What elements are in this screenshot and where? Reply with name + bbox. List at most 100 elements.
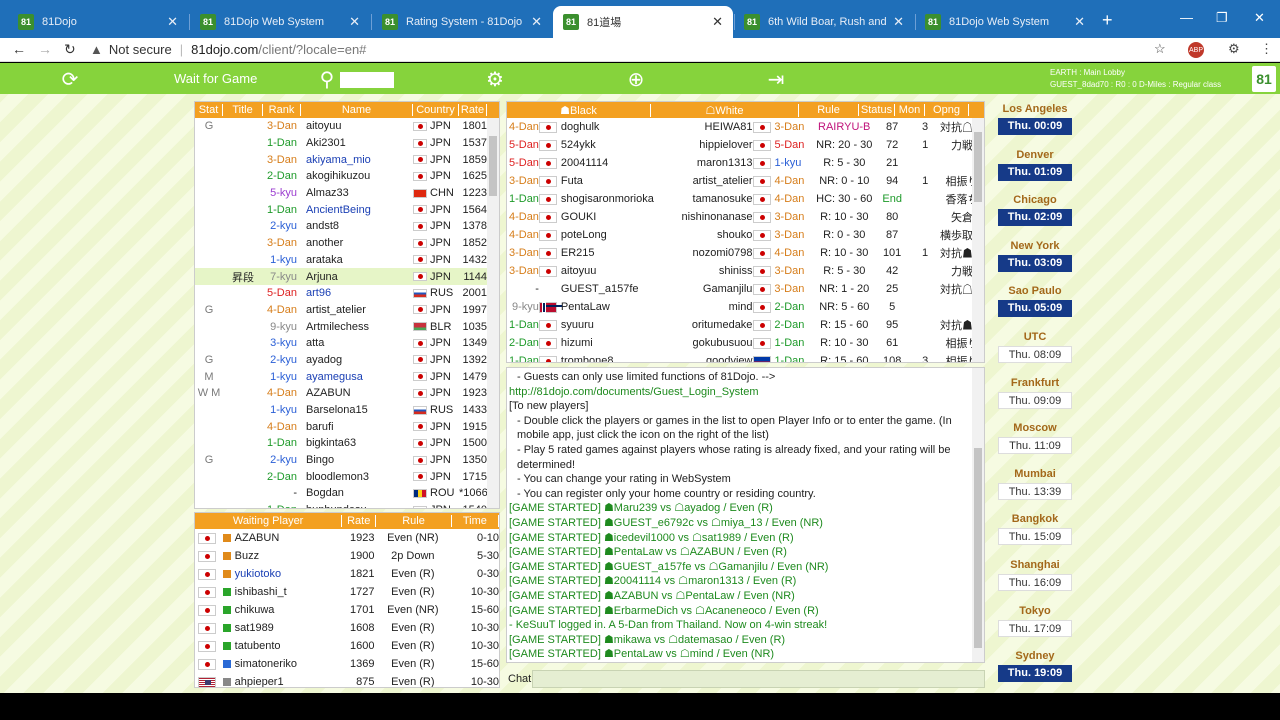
browser-tab[interactable]: 81 81Dojo Web System ✕ xyxy=(915,6,1095,38)
back-icon[interactable]: ← xyxy=(12,41,26,57)
game-col-header[interactable]: ☗Black xyxy=(507,103,651,117)
waiting-col-header[interactable]: Rate xyxy=(342,515,377,527)
gear-icon[interactable]: ⚙ xyxy=(483,67,507,91)
player-row[interactable]: 3-kyu atta JPN 1349 xyxy=(195,335,499,352)
search-icon[interactable]: ⚲ xyxy=(315,67,339,91)
game-row[interactable]: 9-kyu PentaLaw mind 2-Dan NR: 5 - 60 5 xyxy=(507,298,984,316)
player-scroll-thumb[interactable] xyxy=(489,136,497,196)
extensions-icon[interactable]: ⚙ xyxy=(1228,41,1240,57)
forward-icon[interactable]: → xyxy=(38,41,52,57)
player-row[interactable]: 2-Dan bloodlemon3 JPN 1715 xyxy=(195,468,499,485)
url-field[interactable]: ▲ Not secure | 81dojo.com /client/?local… xyxy=(90,39,1130,60)
col-header-name[interactable]: Name xyxy=(301,104,413,116)
waiting-row[interactable]: Buzz 1900 2p Down 5-30 xyxy=(195,547,499,565)
player-row[interactable]: 1-Dan Aki2301 JPN 1537 xyxy=(195,135,499,152)
col-header-rate[interactable]: Rate xyxy=(459,104,487,116)
waiting-col-header[interactable]: Time xyxy=(452,515,499,527)
minimize-button[interactable]: — xyxy=(1180,10,1193,25)
player-row[interactable]: 5-kyu Almaz33 CHN 1223 xyxy=(195,185,499,202)
game-row[interactable]: 3-Dan Futa artist_atelier 4-Dan NR: 0 - 10 94… xyxy=(507,172,984,190)
waiting-row[interactable]: ahpieper1 875 Even (R) 10-30 xyxy=(195,673,499,687)
game-scroll-thumb[interactable] xyxy=(974,132,982,202)
player-row[interactable]: M 1-kyu ayamegusa JPN 1479 xyxy=(195,368,499,385)
player-row[interactable]: 5-Dan art96 RUS 2001 xyxy=(195,285,499,302)
game-row[interactable]: 4-Dan poteLong shouko 3-Dan R: 0 - 30 87 横歩取り xyxy=(507,226,984,244)
exit-icon[interactable]: ⇥ xyxy=(764,67,788,91)
bookmark-star-icon[interactable]: ☆ xyxy=(1154,41,1166,57)
player-row[interactable]: 2-kyu andst8 JPN 1378 xyxy=(195,218,499,235)
col-header-rank[interactable]: Rank xyxy=(263,104,301,116)
player-row[interactable]: G 4-Dan artist_atelier JPN 1997 xyxy=(195,302,499,319)
close-tab-icon[interactable]: ✕ xyxy=(893,14,904,30)
player-row[interactable]: 9-kyu Artmilechess BLR 1035 xyxy=(195,318,499,335)
chat-input[interactable] xyxy=(532,670,985,688)
globe-icon[interactable]: ⊕ xyxy=(624,67,648,91)
menu-icon[interactable]: ⋮ xyxy=(1260,41,1273,57)
game-col-header[interactable]: Status xyxy=(859,104,895,116)
browser-tab[interactable]: 81 6th Wild Boar, Rush and go s ✕ xyxy=(734,6,914,38)
player-row[interactable]: W M 4-Dan AZABUN JPN 1923 xyxy=(195,385,499,402)
new-tab-button[interactable]: + xyxy=(1102,10,1113,31)
player-row[interactable]: 昇段 7-kyu Arjuna JPN 1144 xyxy=(195,268,499,285)
wait-for-game-button[interactable]: Wait for Game xyxy=(174,71,257,86)
close-tab-icon[interactable]: ✕ xyxy=(1074,14,1085,30)
search-input[interactable] xyxy=(340,72,394,88)
game-row[interactable]: 4-Dan doghulk HEIWA81 3-Dan RAIRYU-B 87 3 対抗☖四 xyxy=(507,118,984,136)
game-row[interactable]: 2-Dan hizumi gokubusuou 1-Dan R: 10 - 30 61 相振… xyxy=(507,334,984,352)
game-scrollbar[interactable] xyxy=(972,118,984,362)
game-col-header[interactable]: Mon xyxy=(895,104,925,116)
reload-icon[interactable]: ↻ xyxy=(64,41,76,58)
game-col-header[interactable]: Rule xyxy=(799,104,859,116)
col-header-country[interactable]: Country xyxy=(413,104,459,116)
waiting-row[interactable]: AZABUN 1923 Even (NR) 0-10 xyxy=(195,529,499,547)
game-row[interactable]: 1-Dan trombone8 goodview 1-Dan R: 15 - 60 108… xyxy=(507,352,984,362)
player-row[interactable]: 1-kyu Barselona15 RUS 1433 xyxy=(195,402,499,419)
waiting-row[interactable]: yukiotoko 1821 Even (R) 0-30 xyxy=(195,565,499,583)
player-row[interactable]: 1-Dan AncientBeing JPN 1564 xyxy=(195,201,499,218)
player-row[interactable]: 1-Dan bigkinta63 JPN 1500 xyxy=(195,435,499,452)
player-row[interactable]: 1-Danbunbundesu JPN 1540 xyxy=(195,502,499,508)
maximize-button[interactable]: ❐ xyxy=(1216,10,1228,26)
adblock-icon[interactable]: ABP xyxy=(1188,42,1204,58)
waiting-row[interactable]: ishibashi_t 1727 Even (R) 10-30 xyxy=(195,583,499,601)
player-row[interactable]: 2-Dan akogihikuzou JPN 1625 xyxy=(195,168,499,185)
waiting-row[interactable]: simatoneriko 1369 Even (R) 15-60 xyxy=(195,655,499,673)
player-row[interactable]: 3-Dan akiyama_mio JPN 1859 xyxy=(195,151,499,168)
game-row[interactable]: 1-Dan shogisaronmorioka tamanosuke 4-Dan HC:… xyxy=(507,190,984,208)
chat-scroll-thumb[interactable] xyxy=(974,448,982,648)
game-row[interactable]: - GUEST_a157fe Gamanjilu 3-Dan NR: 1 - 20 25 対… xyxy=(507,280,984,298)
chat-scrollbar[interactable] xyxy=(972,368,984,662)
player-row[interactable]: G 3-Dan aitoyuu JPN 1801 xyxy=(195,118,499,135)
waiting-row[interactable]: chikuwa 1701 Even (NR) 15-60 xyxy=(195,601,499,619)
waiting-col-header[interactable]: Rule xyxy=(376,515,452,527)
close-tab-icon[interactable]: ✕ xyxy=(531,14,542,30)
col-header-stat[interactable]: Stat xyxy=(195,104,223,116)
waiting-row[interactable]: tatubento 1600 Even (R) 10-30 xyxy=(195,637,499,655)
waiting-row[interactable]: sat1989 1608 Even (R) 10-30 xyxy=(195,619,499,637)
player-row[interactable]: G 2-kyu Bingo JPN 1350 xyxy=(195,452,499,469)
player-row[interactable]: 1-kyu arataka JPN 1432 xyxy=(195,252,499,269)
browser-tab[interactable]: 81 81Dojo ✕ xyxy=(8,6,188,38)
game-row[interactable]: 5-Dan 20041114 maron1313 1-kyu R: 5 - 30 21 xyxy=(507,154,984,172)
player-scrollbar[interactable] xyxy=(487,118,499,508)
close-tab-icon[interactable]: ✕ xyxy=(712,14,723,30)
close-tab-icon[interactable]: ✕ xyxy=(167,14,178,30)
game-col-header[interactable]: Opng xyxy=(925,104,969,116)
player-row[interactable]: G 2-kyu ayadog JPN 1392 xyxy=(195,352,499,369)
close-tab-icon[interactable]: ✕ xyxy=(349,14,360,30)
player-row[interactable]: 3-Dan another JPN 1852 xyxy=(195,235,499,252)
game-row[interactable]: 5-Dan 524ykk hippielover 5-Dan NR: 20 - 30 72… xyxy=(507,136,984,154)
browser-tab[interactable]: 81 81Dojo Web System ✕ xyxy=(190,6,370,38)
player-row[interactable]: - Bogdan ROU *1066 xyxy=(195,485,499,502)
game-row[interactable]: 3-Dan aitoyuu shiniss 3-Dan R: 5 - 30 42 力戦 xyxy=(507,262,984,280)
game-row[interactable]: 3-Dan ER215 nozomi0798 4-Dan R: 10 - 30 101 1 対… xyxy=(507,244,984,262)
player-row[interactable]: 4-Dan barufi JPN 1915 xyxy=(195,418,499,435)
waiting-col-header[interactable]: Waiting Player xyxy=(195,515,343,527)
game-col-header[interactable]: ☖White xyxy=(651,103,799,117)
game-row[interactable]: 1-Dan syuuru oritumedake 2-Dan R: 15 - 60 95 対… xyxy=(507,316,984,334)
browser-tab[interactable]: 81 81道場 ✕ xyxy=(553,6,733,38)
refresh-icon[interactable]: ⟳ xyxy=(58,67,82,91)
close-window-button[interactable]: ✕ xyxy=(1254,10,1265,26)
browser-tab[interactable]: 81 Rating System - 81Dojo Doc ✕ xyxy=(372,6,552,38)
game-row[interactable]: 4-Dan GOUKI nishinonanase 3-Dan R: 10 - 30 80… xyxy=(507,208,984,226)
